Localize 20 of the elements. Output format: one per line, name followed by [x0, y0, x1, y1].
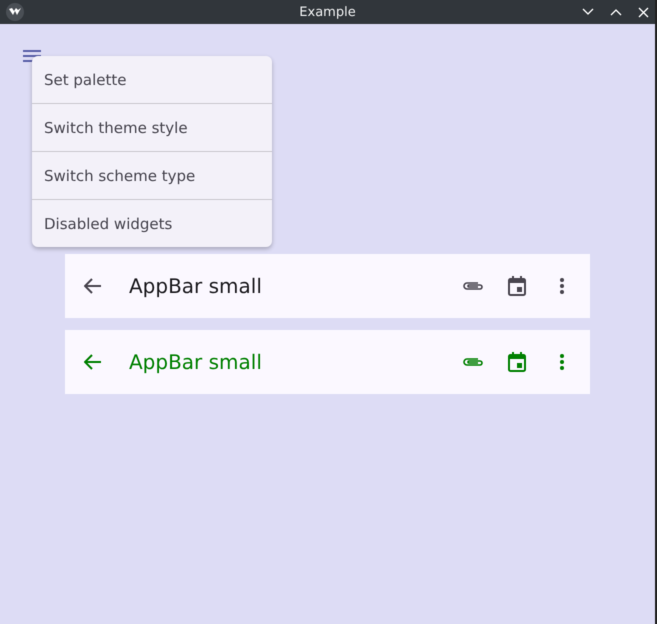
- maximize-icon[interactable]: [610, 8, 622, 16]
- close-icon[interactable]: [638, 6, 649, 18]
- window-title: Example: [298, 4, 357, 20]
- calendar-icon[interactable]: [508, 276, 526, 296]
- app-bar-title: AppBar small: [129, 274, 263, 298]
- menu-item[interactable]: Switch theme style: [32, 104, 272, 152]
- paperclip-icon[interactable]: [462, 356, 484, 368]
- paperclip-icon[interactable]: [462, 280, 484, 292]
- menu-item[interactable]: Set palette: [32, 56, 272, 104]
- app-bar-title: AppBar small: [129, 350, 263, 374]
- calendar-icon[interactable]: [508, 352, 526, 372]
- minimize-icon[interactable]: [582, 8, 594, 16]
- back-arrow-icon[interactable]: [84, 354, 102, 370]
- menu-icon[interactable]: [23, 50, 41, 62]
- more-options-icon[interactable]: [560, 354, 564, 370]
- menu-item[interactable]: Switch scheme type: [32, 152, 272, 200]
- menu-item[interactable]: Disabled widgets: [32, 200, 272, 247]
- back-arrow-icon[interactable]: [84, 278, 102, 294]
- app-logo-icon: [6, 3, 24, 21]
- more-options-icon[interactable]: [560, 278, 564, 294]
